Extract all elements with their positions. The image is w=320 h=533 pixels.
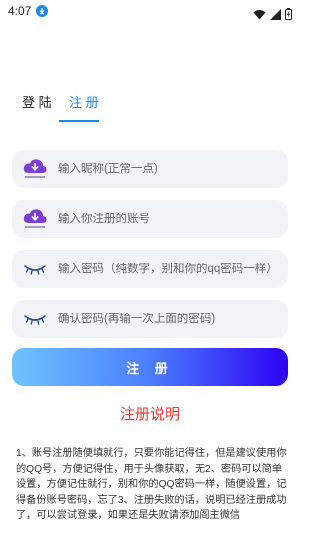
tab-login[interactable]: 登 陆 [22,92,52,111]
cloud-download-icon [22,208,48,230]
download-notification-icon [36,5,48,17]
battery-icon [285,5,292,24]
cloud-download-icon [22,158,48,180]
help-title: 注册说明 [119,406,180,423]
active-tab-indicator [59,120,99,122]
status-icons [253,5,292,24]
status-time: 4:07 [8,4,32,18]
password-field[interactable] [12,250,288,288]
status-bar: 4:07 [0,0,300,22]
closed-eye-icon[interactable] [22,308,48,330]
signal-icon [270,5,281,24]
nickname-field[interactable] [12,150,288,188]
help-text: 1、账号注册随便填就行，只要你能记得住，但是建议使用你的QQ号，方便记得住，用于… [16,448,287,522]
account-field[interactable] [12,200,288,238]
password-input[interactable] [58,263,288,275]
closed-eye-icon[interactable] [22,258,48,280]
tab-register[interactable]: 注 册 [69,92,99,111]
nickname-input[interactable] [58,163,288,175]
confirm-password-field[interactable] [12,300,288,338]
register-button[interactable]: 注 册 [12,348,288,386]
confirm-password-input[interactable] [58,313,288,325]
account-input[interactable] [58,213,288,225]
wifi-icon [253,5,266,24]
